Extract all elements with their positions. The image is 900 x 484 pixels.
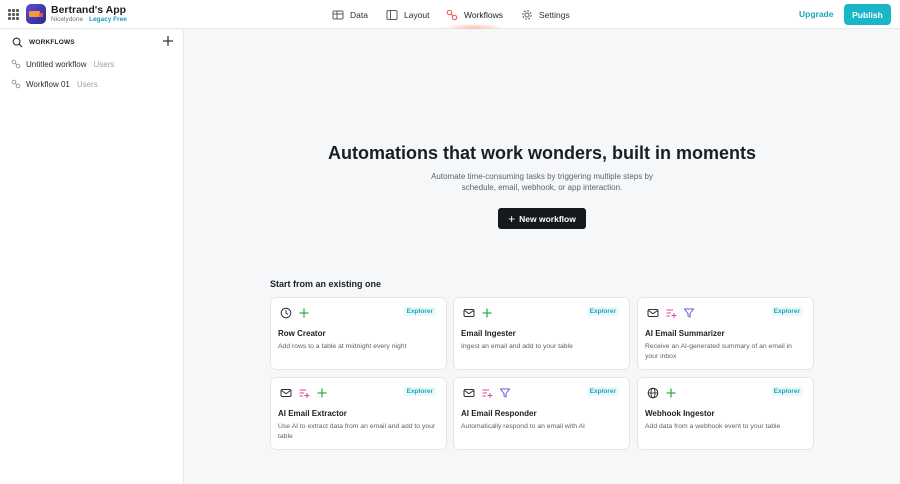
card-icons	[280, 387, 328, 399]
nav-settings[interactable]: Settings	[521, 0, 570, 29]
ai-list-icon	[482, 389, 493, 398]
nav-settings-label: Settings	[539, 9, 570, 20]
card-description: Add data from a webhook event to your ta…	[645, 423, 781, 430]
new-workflow-button[interactable]: + New workflow	[498, 208, 586, 229]
templates-section-title: Start from an existing one	[270, 279, 382, 289]
card-description: Ingest an email and add to your table	[461, 343, 573, 350]
layout-icon	[386, 9, 398, 20]
mail-icon	[463, 389, 475, 397]
new-workflow-label: New workflow	[519, 213, 576, 224]
workspace-name: Nicelydone	[51, 16, 84, 23]
plan-badge: Explorer	[770, 387, 803, 396]
card-title: AI Email Extractor	[278, 409, 347, 418]
workflow-name: Workflow 01	[26, 79, 70, 89]
workflow-name: Untitled workflow	[26, 59, 87, 69]
app-logo[interactable]	[26, 4, 46, 24]
card-icons	[463, 307, 493, 319]
add-workflow-icon[interactable]	[161, 34, 175, 48]
card-icons	[280, 307, 310, 319]
plan-badge: Explorer	[403, 307, 436, 316]
card-icons	[647, 307, 695, 319]
mail-icon	[463, 309, 475, 317]
filter-icon	[499, 388, 511, 398]
app-name[interactable]: Bertrand's App	[51, 4, 126, 16]
card-title: AI Email Responder	[461, 409, 537, 418]
template-card-ai-email-responder[interactable]: Explorer AI Email Responder Automaticall…	[453, 377, 630, 450]
card-description: Use AI to extract data from an email and…	[278, 423, 436, 440]
plus-icon	[317, 388, 327, 398]
globe-icon	[647, 387, 659, 399]
card-title: Row Creator	[278, 329, 326, 338]
plus-icon	[666, 388, 676, 398]
card-description: Automatically respond to an email with A…	[461, 423, 585, 430]
plan-badge: Explorer	[586, 307, 619, 316]
workflow-icon	[11, 59, 21, 69]
filter-icon	[683, 308, 695, 318]
card-title: Webhook Ingestor	[645, 409, 715, 418]
publish-button[interactable]: Publish	[844, 4, 891, 25]
workspace-info: Nicelydone · Legacy Free	[51, 16, 127, 23]
clock-icon	[280, 307, 292, 319]
nav-data[interactable]: Data	[332, 0, 368, 29]
card-description: Add rows to a table at midnight every ni…	[278, 343, 407, 350]
workflow-icon	[11, 79, 21, 89]
hero-subtitle: Automate time-consuming tasks by trigger…	[431, 172, 653, 192]
apps-grid-icon[interactable]	[8, 9, 19, 20]
plus-icon	[482, 308, 492, 318]
upgrade-link[interactable]: Upgrade	[799, 9, 833, 19]
mail-icon	[647, 309, 659, 317]
sidebar-item-untitled-workflow[interactable]: Untitled workflow Users	[11, 57, 114, 71]
workspace-separator: ·	[84, 16, 88, 23]
plan-badge: Explorer	[586, 387, 619, 396]
sidebar-title: WORKFLOWS	[29, 39, 75, 46]
card-description: Receive an AI-generated summary of an em…	[645, 343, 792, 360]
nav-layout-label: Layout	[404, 9, 430, 20]
card-icons	[463, 387, 511, 399]
plus-icon: +	[508, 211, 516, 226]
template-card-ai-email-summarizer[interactable]: Explorer AI Email Summarizer Receive an …	[637, 297, 814, 370]
top-bar: Bertrand's App Nicelydone · Legacy Free …	[0, 0, 900, 30]
sidebar-item-workflow-01[interactable]: Workflow 01 Users	[11, 77, 98, 91]
workflows-sidebar: WORKFLOWS Untitled workflow Users Workfl…	[0, 30, 184, 484]
workflow-table-tag: Users	[76, 79, 98, 89]
template-card-row-creator[interactable]: Explorer Row Creator Add rows to a table…	[270, 297, 447, 370]
card-title: Email Ingester	[461, 329, 516, 338]
nav-data-label: Data	[350, 9, 368, 20]
ai-list-icon	[299, 389, 310, 398]
nav-layout[interactable]: Layout	[386, 0, 430, 29]
gear-icon	[522, 9, 532, 20]
plus-icon	[299, 308, 309, 318]
template-card-ai-email-extractor[interactable]: Explorer AI Email Extractor Use AI to ex…	[270, 377, 447, 450]
plan-badge: Explorer	[403, 387, 436, 396]
ai-list-icon	[666, 309, 677, 318]
card-title: AI Email Summarizer	[645, 329, 725, 338]
template-card-email-ingester[interactable]: Explorer Email Ingester Ingest an email …	[453, 297, 630, 370]
workflow-table-tag: Users	[93, 59, 115, 69]
nav-workflows-label: Workflows	[464, 9, 504, 20]
table-icon	[332, 10, 344, 19]
mail-icon	[280, 389, 292, 397]
search-icon[interactable]	[12, 37, 23, 48]
card-icons	[647, 387, 677, 399]
template-card-webhook-ingestor[interactable]: Explorer Webhook Ingestor Add data from …	[637, 377, 814, 450]
plan-badge[interactable]: Legacy Free	[89, 16, 127, 23]
active-tab-indicator	[444, 24, 504, 30]
plan-badge: Explorer	[770, 307, 803, 316]
workflows-icon	[446, 9, 458, 20]
hero-title: Automations that work wonders, built in …	[327, 143, 757, 163]
